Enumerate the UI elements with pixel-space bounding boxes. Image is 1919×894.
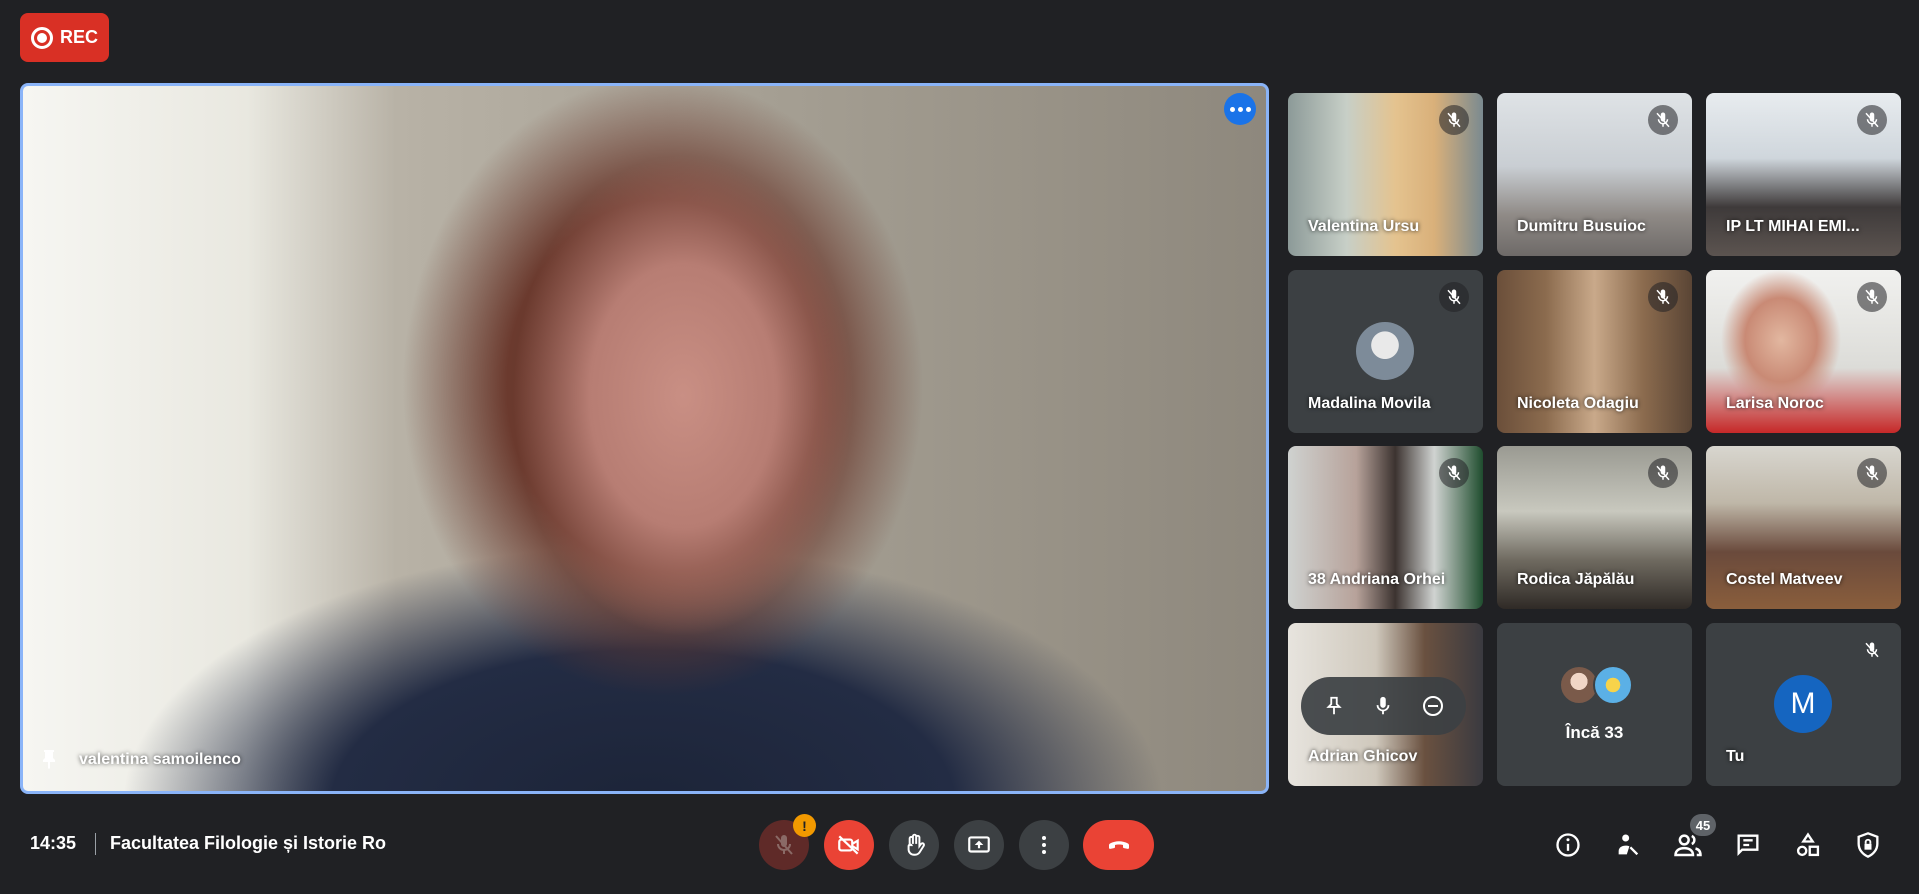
mute-button[interactable] xyxy=(1367,690,1399,722)
mic-off-icon xyxy=(775,835,793,855)
meeting-title: Facultatea Filologie și Istorie Ro xyxy=(110,833,387,853)
mic-off-icon xyxy=(1857,458,1887,488)
participant-name: Nicoleta Odagiu xyxy=(1517,395,1639,412)
mic-off-icon xyxy=(1857,105,1887,135)
participant-name: Rodica Jăpălău xyxy=(1517,571,1635,588)
self-name: Tu xyxy=(1726,748,1745,765)
self-avatar: M xyxy=(1774,675,1832,733)
raise-hand-button[interactable] xyxy=(889,820,939,870)
more-participants-tile[interactable]: Încă 33 xyxy=(1497,623,1692,786)
recording-label: REC xyxy=(59,27,98,47)
people-count-badge: 45 xyxy=(1690,814,1716,836)
participant-avatar xyxy=(1356,322,1414,380)
mic-off-icon xyxy=(1439,282,1469,312)
participant-name: 38 Andriana Orhei xyxy=(1308,571,1446,588)
record-icon xyxy=(30,26,53,49)
participant-name: Costel Matveev xyxy=(1726,571,1843,588)
pin-icon xyxy=(43,750,55,769)
host-controls-button[interactable] xyxy=(1610,827,1646,863)
more-vert-icon xyxy=(1042,836,1046,854)
stacked-avatars xyxy=(1559,665,1633,705)
present-icon xyxy=(968,836,990,853)
participant-name: Larisa Noroc xyxy=(1726,395,1824,412)
tile-options-button[interactable] xyxy=(1224,93,1256,125)
chat-icon xyxy=(1737,834,1759,856)
participant-tile[interactable]: Rodica Jăpălău xyxy=(1497,446,1692,609)
remove-button[interactable] xyxy=(1417,690,1449,722)
people-button[interactable]: 45 xyxy=(1670,814,1716,863)
shield-lock-icon xyxy=(1857,832,1879,858)
mic-off-icon xyxy=(1648,105,1678,135)
info-icon xyxy=(1556,833,1580,857)
participant-tile[interactable]: Costel Matveev xyxy=(1706,446,1901,609)
participant-name: IP LT MIHAI EMI... xyxy=(1726,218,1860,235)
meeting-time: 14:35 xyxy=(30,833,77,853)
more-participants-label: Încă 33 xyxy=(1565,723,1624,742)
activities-button[interactable] xyxy=(1790,827,1826,863)
mic-off-icon xyxy=(1648,458,1678,488)
mic-off-icon xyxy=(1648,282,1678,312)
divider xyxy=(95,833,96,855)
participant-name: Dumitru Busuioc xyxy=(1517,218,1646,235)
participant-tile[interactable]: Madalina Movila xyxy=(1288,270,1483,433)
mic-warning-badge: ! xyxy=(793,814,816,837)
mic-off-icon xyxy=(1439,105,1469,135)
self-tile[interactable]: M Tu xyxy=(1706,623,1901,786)
meeting-details-button[interactable] xyxy=(1550,827,1586,863)
recording-indicator[interactable]: REC xyxy=(20,13,109,62)
pin-button[interactable] xyxy=(1318,690,1350,722)
participant-tile[interactable]: Larisa Noroc xyxy=(1706,270,1901,433)
participant-tile[interactable]: IP LT MIHAI EMI... xyxy=(1706,93,1901,256)
main-speaker-tile[interactable]: valentina samoilenco xyxy=(20,83,1269,794)
participant-tile[interactable]: Adrian Ghicov xyxy=(1288,623,1483,786)
camera-off-icon xyxy=(838,835,859,855)
participant-name: Madalina Movila xyxy=(1308,395,1431,412)
control-bar: 14:35 Facultatea Filologie și Istorie Ro… xyxy=(0,796,1919,894)
hang-up-icon xyxy=(1108,841,1129,849)
participant-name: Adrian Ghicov xyxy=(1308,748,1418,765)
camera-button[interactable] xyxy=(824,820,874,870)
present-screen-button[interactable] xyxy=(954,820,1004,870)
mic-off-icon xyxy=(1857,282,1887,312)
participant-tile[interactable]: 38 Andriana Orhei xyxy=(1288,446,1483,609)
leave-call-button[interactable] xyxy=(1083,820,1154,870)
more-options-button[interactable] xyxy=(1019,820,1069,870)
participant-tile[interactable]: Valentina Ursu xyxy=(1288,93,1483,256)
host-icon xyxy=(1618,834,1639,856)
mic-off-icon xyxy=(1439,458,1469,488)
participant-name: Valentina Ursu xyxy=(1308,218,1420,235)
security-button[interactable] xyxy=(1850,827,1886,863)
activities-icon xyxy=(1796,832,1820,857)
mic-off-icon xyxy=(1857,635,1887,665)
chat-button[interactable] xyxy=(1730,827,1766,863)
microphone-button[interactable]: ! xyxy=(759,814,816,870)
hand-icon xyxy=(907,833,925,856)
participant-tile[interactable]: Nicoleta Odagiu xyxy=(1497,270,1692,433)
tile-hover-controls xyxy=(1301,677,1466,735)
speaker-name: valentina samoilenco xyxy=(79,751,241,768)
participant-tile[interactable]: Dumitru Busuioc xyxy=(1497,93,1692,256)
